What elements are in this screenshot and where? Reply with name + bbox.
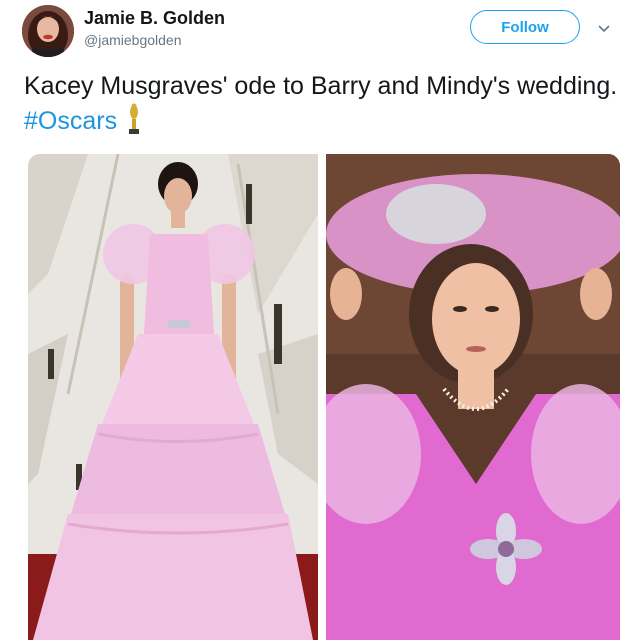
follow-button[interactable]: Follow — [470, 10, 580, 44]
author-handle[interactable]: @jamiebgolden — [84, 32, 182, 48]
avatar[interactable] — [22, 5, 74, 57]
trophy-icon — [129, 103, 140, 134]
tweet-media[interactable] — [28, 154, 620, 640]
author-name[interactable]: Jamie B. Golden — [84, 8, 225, 29]
tweet-text: Kacey Musgraves' ode to Barry and Mindy'… — [24, 70, 624, 138]
photo-kacey-musgraves[interactable] — [28, 154, 318, 640]
tweet-card: Jamie B. Golden @jamiebgolden Follow Kac… — [0, 0, 640, 640]
chevron-down-icon[interactable] — [596, 20, 612, 36]
tweet-body: Kacey Musgraves' ode to Barry and Mindy'… — [24, 72, 618, 100]
hashtag-link[interactable]: #Oscars — [24, 107, 117, 135]
photo-friends-bridesmaid[interactable] — [326, 154, 620, 640]
